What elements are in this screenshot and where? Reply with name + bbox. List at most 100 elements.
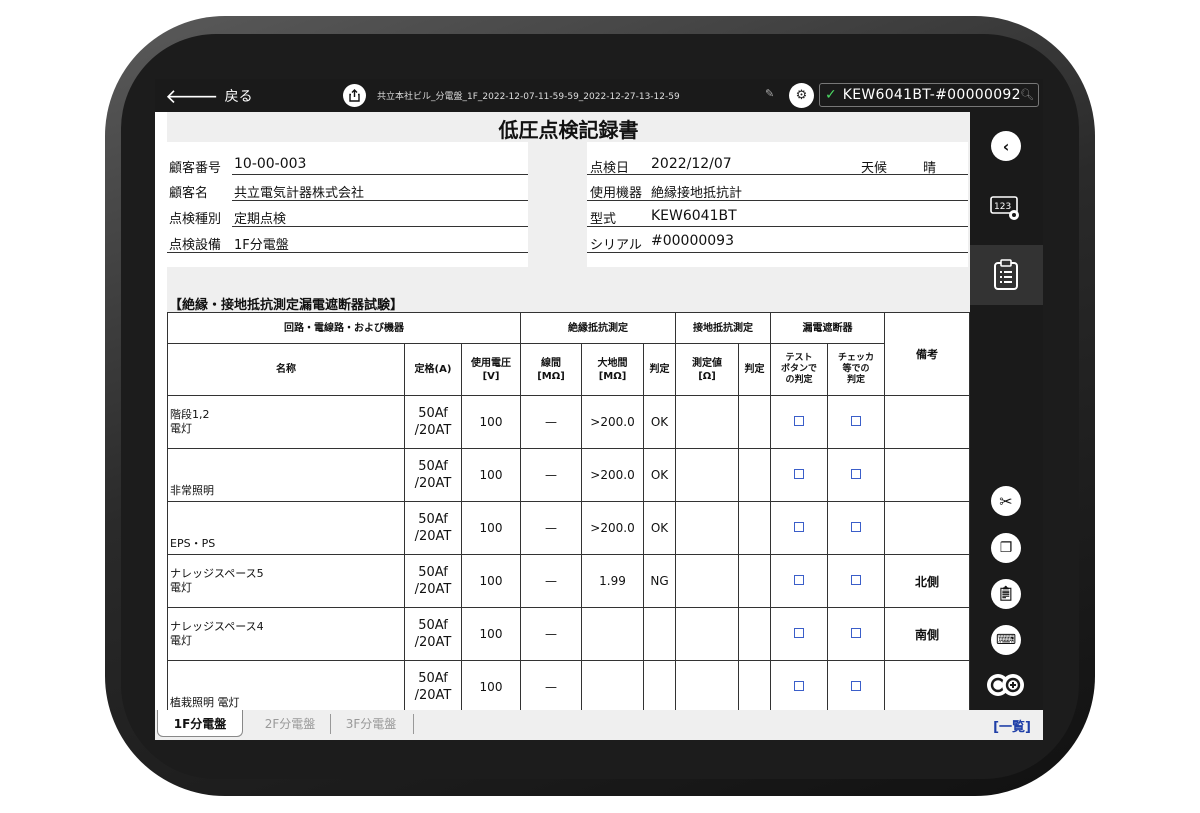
customer-name[interactable]: 共立電気計器株式会社 [234, 182, 364, 201]
customer-no[interactable]: 10-00-003 [234, 156, 306, 172]
row-test-checkbox[interactable] [770, 448, 829, 502]
row-test-checkbox[interactable] [770, 501, 829, 555]
checklist-button[interactable] [988, 257, 1024, 293]
row-checker-checkbox[interactable] [827, 660, 886, 710]
tab-1f[interactable]: 1F分電盤 [157, 710, 243, 737]
share-icon [349, 89, 360, 102]
cut-button[interactable]: ✂ [988, 483, 1024, 519]
share-button[interactable] [343, 84, 366, 107]
checkbox-icon[interactable] [794, 575, 805, 585]
row-name[interactable]: 植栽照明 電灯 [167, 660, 405, 710]
date[interactable]: 2022/12/07 [651, 156, 732, 172]
checkbox-icon[interactable] [851, 681, 862, 691]
row-test-checkbox[interactable] [770, 660, 829, 710]
row-voltage[interactable]: 100 [460, 660, 522, 710]
row-voltage[interactable]: 100 [460, 607, 522, 661]
checkbox-icon[interactable] [794, 416, 805, 426]
checkbox-icon[interactable] [851, 628, 862, 638]
row-remarks[interactable] [884, 395, 970, 449]
row-name[interactable]: 階段1,2 電灯 [167, 395, 405, 449]
checkbox-icon[interactable] [851, 416, 862, 426]
checkbox-icon[interactable] [851, 522, 862, 532]
row-voltage[interactable]: 100 [460, 448, 522, 502]
row-line[interactable]: — [520, 501, 583, 555]
row-checker-checkbox[interactable] [827, 395, 886, 449]
row-line[interactable]: — [520, 554, 583, 608]
table-row[interactable]: 植栽照明 電灯 50Af/20AT 100 — [167, 660, 970, 710]
search-icon[interactable]: 🔍︎ [1020, 88, 1034, 101]
row-earth[interactable] [581, 607, 645, 661]
row-name[interactable]: ナレッジスペース4 電灯 [167, 607, 405, 661]
model[interactable]: KEW6041BT [651, 208, 737, 224]
row-voltage[interactable]: 100 [460, 554, 522, 608]
row-line[interactable]: — [520, 607, 583, 661]
row-name[interactable]: ナレッジスペース5 電灯 [167, 554, 405, 608]
row-rating[interactable]: 50Af/20AT [404, 607, 462, 661]
row-rating[interactable]: 50Af/20AT [404, 395, 462, 449]
row-earth[interactable]: >200.0 [581, 501, 645, 555]
checkbox-icon[interactable] [794, 522, 805, 532]
equipment[interactable]: 1F分電盤 [234, 234, 289, 253]
zoom-button[interactable] [986, 667, 1026, 703]
row-voltage[interactable]: 100 [460, 395, 522, 449]
row-remarks[interactable] [884, 660, 970, 710]
row-test-checkbox[interactable] [770, 395, 829, 449]
checkbox-icon[interactable] [794, 628, 805, 638]
table-row[interactable]: 非常照明 50Af/20AT 100 — >200.0 OK [167, 448, 970, 502]
table-row[interactable]: ナレッジスペース4 電灯 50Af/20AT 100 — 南側 [167, 607, 970, 661]
row-measured[interactable] [675, 554, 740, 608]
row-checker-checkbox[interactable] [827, 448, 886, 502]
list-link[interactable]: [一覧] [993, 716, 1031, 735]
row-test-checkbox[interactable] [770, 554, 829, 608]
row-measured[interactable] [675, 395, 740, 449]
inspect-type[interactable]: 定期点検 [234, 208, 286, 227]
row-test-checkbox[interactable] [770, 607, 829, 661]
row-rating[interactable]: 50Af/20AT [404, 554, 462, 608]
row-measured[interactable] [675, 607, 740, 661]
row-line[interactable]: — [520, 660, 583, 710]
row-earth[interactable]: >200.0 [581, 448, 645, 502]
collapse-button[interactable]: ‹ [988, 128, 1024, 164]
pencil-icon[interactable]: ✎ [765, 87, 774, 100]
row-name[interactable]: EPS・PS [167, 501, 405, 555]
checkbox-icon[interactable] [851, 469, 862, 479]
row-remarks[interactable] [884, 501, 970, 555]
table-row[interactable]: ナレッジスペース5 電灯 50Af/20AT 100 — 1.99 NG 北側 [167, 554, 970, 608]
checkbox-icon[interactable] [851, 575, 862, 585]
table-row[interactable]: EPS・PS 50Af/20AT 100 — >200.0 OK [167, 501, 970, 555]
copy-button[interactable]: ❐ [988, 530, 1024, 566]
numeric-settings-button[interactable]: 123 [988, 190, 1024, 226]
row-checker-checkbox[interactable] [827, 607, 886, 661]
row-voltage[interactable]: 100 [460, 501, 522, 555]
row-earth[interactable]: >200.0 [581, 395, 645, 449]
row-checker-checkbox[interactable] [827, 501, 886, 555]
device-selector[interactable]: ✓ KEW6041BT-#00000092 🔍︎ [819, 83, 1039, 107]
settings-button[interactable]: ⚙ [789, 83, 814, 108]
row-remarks[interactable] [884, 448, 970, 502]
row-rating[interactable]: 50Af/20AT [404, 660, 462, 710]
back-button[interactable]: 🡐 戻る [165, 84, 253, 108]
row-rating[interactable]: 50Af/20AT [404, 448, 462, 502]
weather[interactable]: 晴 [923, 157, 936, 176]
row-line[interactable]: — [520, 395, 583, 449]
row-rating[interactable]: 50Af/20AT [404, 501, 462, 555]
keyboard-button[interactable]: ⌨ [988, 622, 1024, 658]
tab-3f[interactable]: 3F分電盤 [332, 710, 410, 737]
row-measured[interactable] [675, 448, 740, 502]
row-remarks[interactable]: 北側 [884, 554, 970, 608]
serial[interactable]: #00000093 [651, 233, 734, 249]
checkbox-icon[interactable] [794, 469, 805, 479]
row-line[interactable]: — [520, 448, 583, 502]
row-name[interactable]: 非常照明 [167, 448, 405, 502]
row-remarks[interactable]: 南側 [884, 607, 970, 661]
tab-2f[interactable]: 2F分電盤 [251, 710, 329, 737]
row-measured[interactable] [675, 501, 740, 555]
instrument[interactable]: 絶縁接地抵抗計 [651, 182, 742, 201]
row-measured[interactable] [675, 660, 740, 710]
row-checker-checkbox[interactable] [827, 554, 886, 608]
row-earth[interactable] [581, 660, 645, 710]
paste-button[interactable]: 📋︎ [988, 576, 1024, 612]
table-row[interactable]: 階段1,2 電灯 50Af/20AT 100 — >200.0 OK [167, 395, 970, 449]
checkbox-icon[interactable] [794, 681, 805, 691]
row-earth[interactable]: 1.99 [581, 554, 645, 608]
